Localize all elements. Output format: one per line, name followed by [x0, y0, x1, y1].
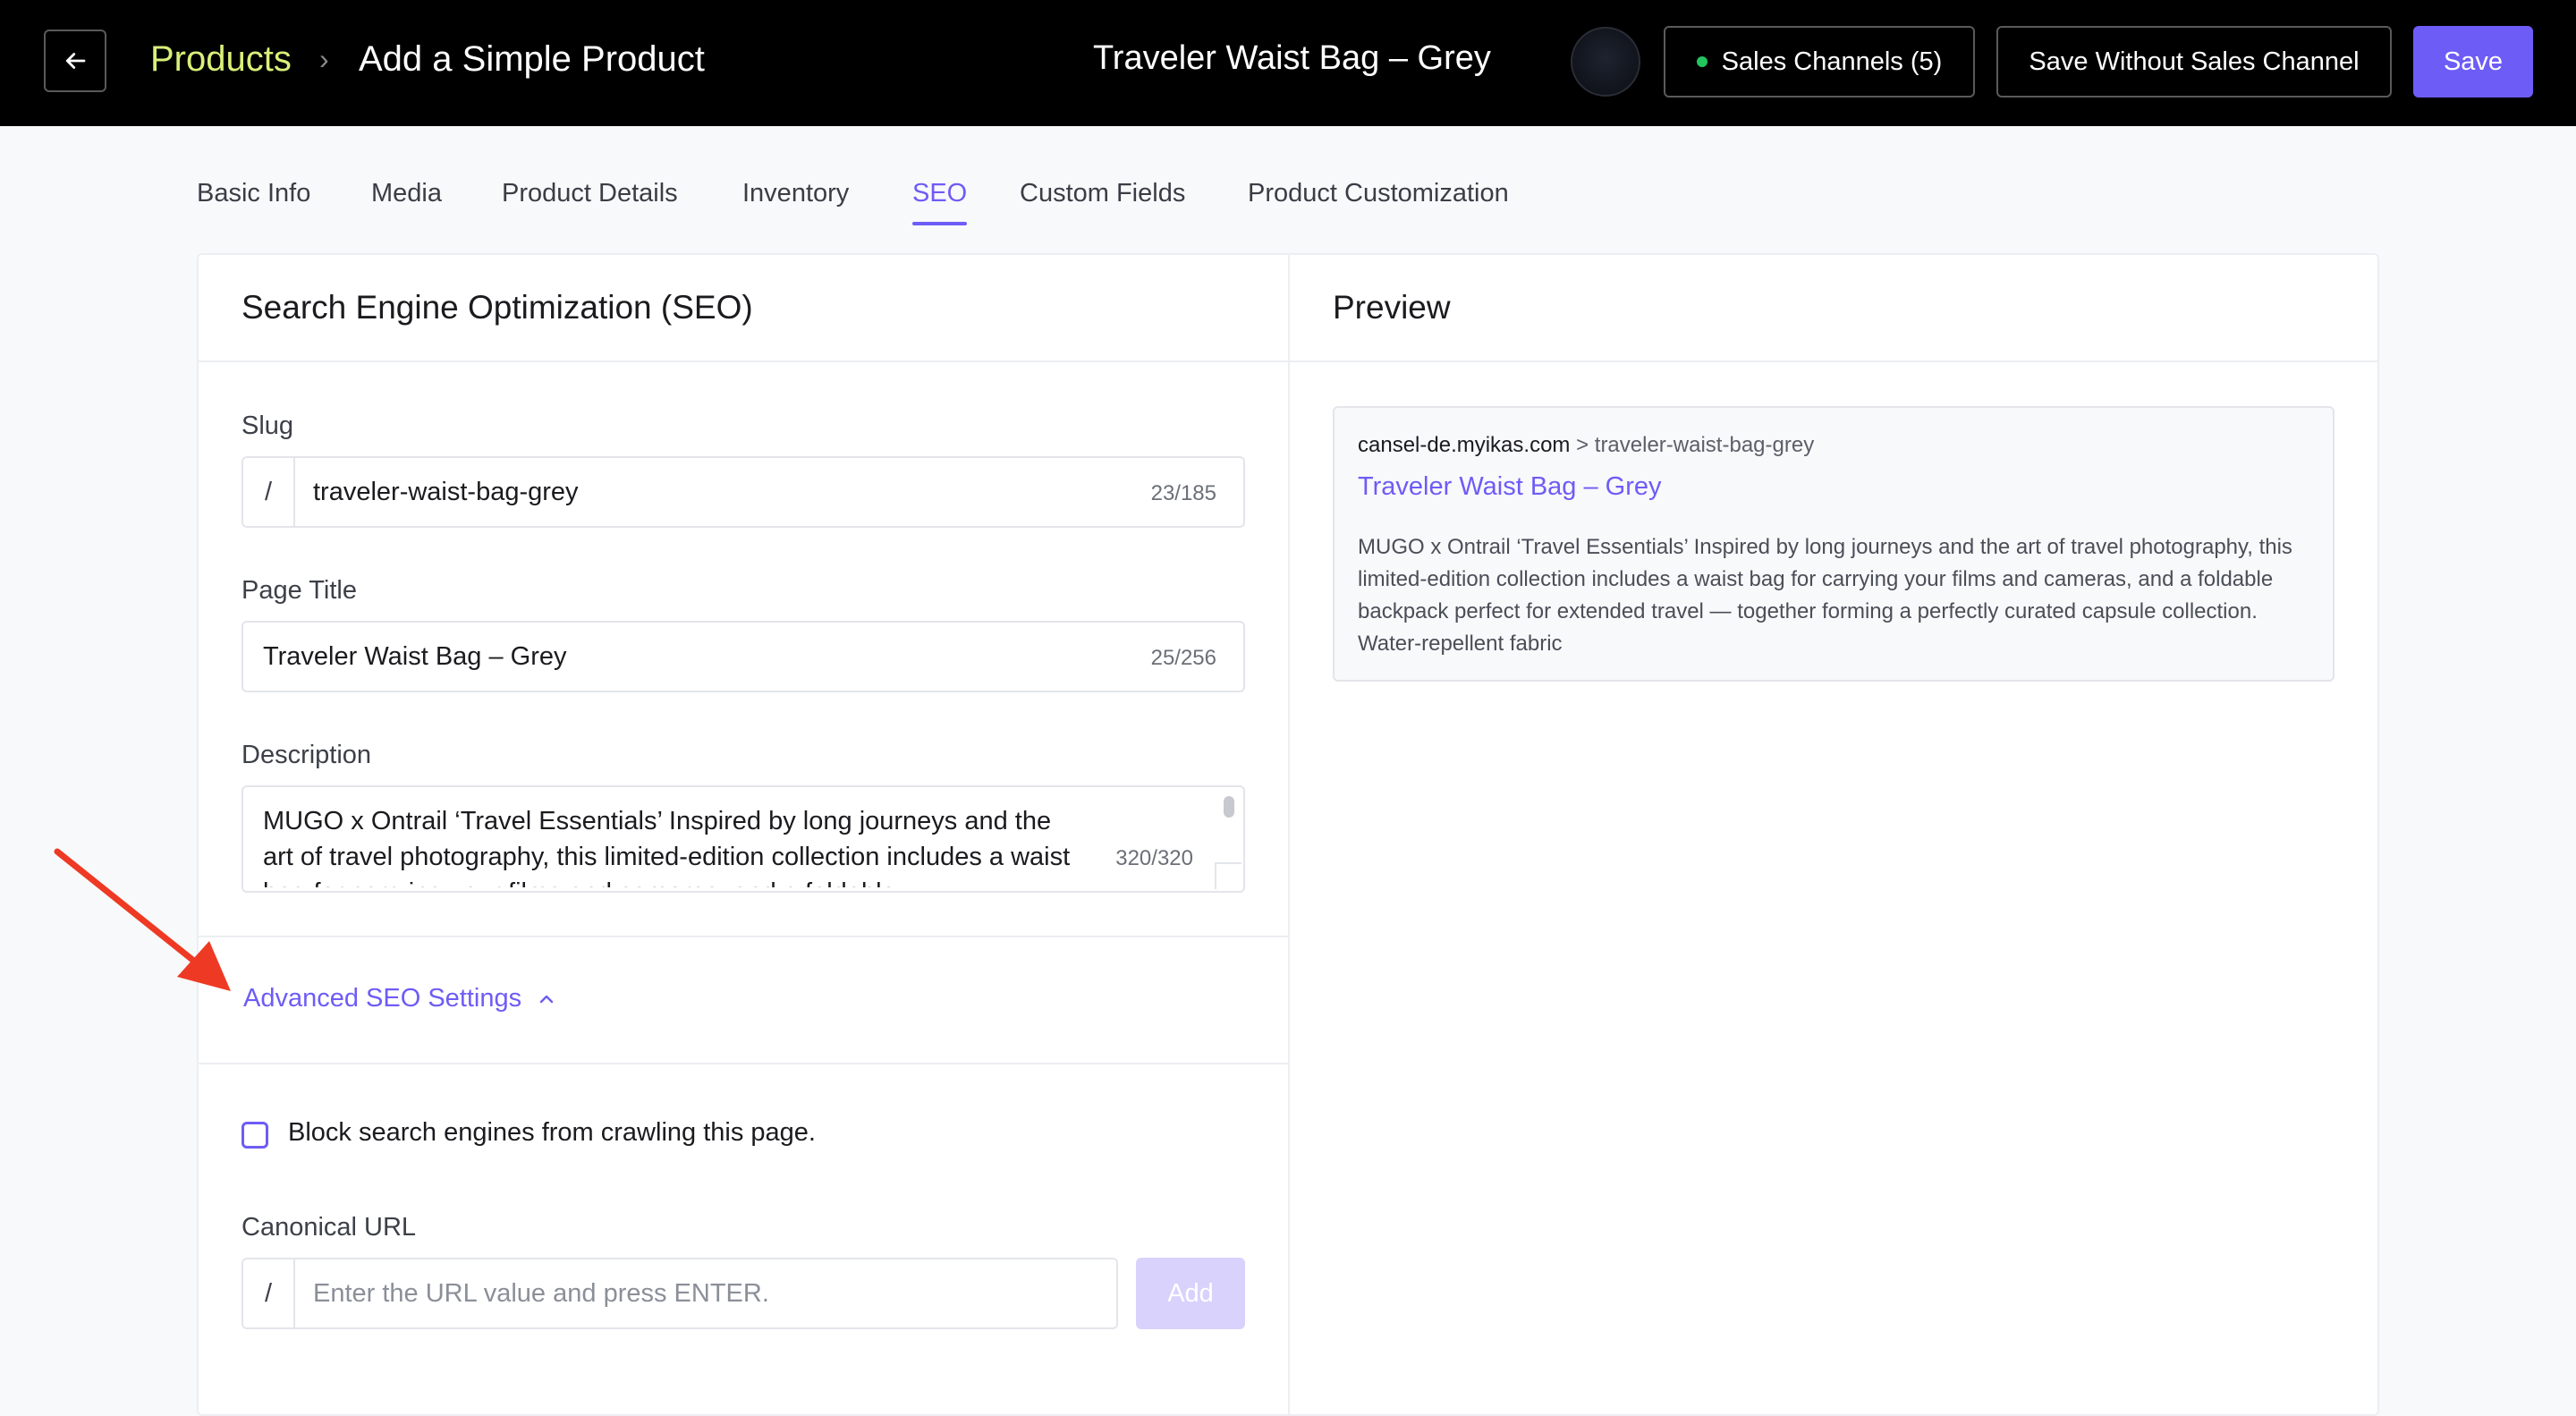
breadcrumb-separator: ›	[319, 43, 329, 75]
header-divider	[199, 360, 2377, 362]
sales-channels-button[interactable]: Sales Channels (5)	[1664, 26, 1975, 98]
canonical-url-input[interactable]: / Enter the URL value and press ENTER.	[242, 1258, 1118, 1329]
tab-basic-info[interactable]: Basic Info	[197, 179, 310, 208]
status-dot	[1696, 56, 1707, 67]
page-title-input[interactable]: Traveler Waist Bag – Grey 25/256	[242, 621, 1245, 692]
resize-handle[interactable]	[1215, 862, 1241, 889]
tab-media[interactable]: Media	[371, 179, 442, 208]
advanced-seo-settings-label: Advanced SEO Settings	[243, 984, 522, 1013]
save-without-sales-channel-button[interactable]: Save Without Sales Channel	[1996, 26, 2392, 98]
slug-prefix: /	[243, 458, 295, 526]
description-label: Description	[242, 741, 372, 769]
page-title: Add a Simple Product	[359, 39, 705, 79]
slug-input[interactable]: / traveler-waist-bag-grey 23/185	[242, 456, 1245, 528]
preview-link-title[interactable]: Traveler Waist Bag – Grey	[1358, 472, 1662, 502]
page-title-label: Page Title	[242, 576, 357, 605]
preview-domain: cansel-de.myikas.com	[1358, 433, 1571, 457]
slug-value: traveler-waist-bag-grey	[313, 478, 579, 506]
slug-label: Slug	[242, 411, 294, 440]
back-button[interactable]	[44, 30, 106, 92]
tab-product-details[interactable]: Product Details	[502, 179, 678, 208]
tab-product-customization[interactable]: Product Customization	[1248, 179, 1509, 208]
sales-channels-label: Sales Channels (5)	[1721, 47, 1943, 76]
tab-custom-fields[interactable]: Custom Fields	[1020, 179, 1185, 208]
arrow-left-icon	[65, 53, 86, 69]
breadcrumb-products-link[interactable]: Products	[150, 39, 292, 80]
seo-section-title: Search Engine Optimization (SEO)	[242, 289, 753, 326]
description-counter: 320/320	[1115, 846, 1193, 870]
search-preview-card: cansel-de.myikas.com > traveler-waist-ba…	[1333, 406, 2334, 682]
top-bar: Products › Add a Simple Product Traveler…	[0, 0, 2576, 126]
preview-section-title: Preview	[1333, 289, 1451, 326]
column-divider	[1288, 253, 1290, 1416]
block-search-engines-checkbox[interactable]	[242, 1122, 268, 1149]
add-canonical-button[interactable]: Add	[1136, 1258, 1245, 1329]
slug-counter: 23/185	[1150, 481, 1216, 505]
description-textarea[interactable]: MUGO x Ontrail ‘Travel Essentials’ Inspi…	[242, 785, 1245, 893]
preview-path: > traveler-waist-bag-grey	[1570, 433, 1815, 457]
canonical-prefix: /	[243, 1259, 295, 1327]
preview-description: MUGO x Ontrail ‘Travel Essentials’ Inspi…	[1358, 535, 2292, 656]
canonical-url-placeholder: Enter the URL value and press ENTER.	[313, 1279, 769, 1308]
save-button[interactable]: Save	[2413, 26, 2533, 98]
page-title-counter: 25/256	[1150, 646, 1216, 670]
annotation-arrow-icon	[54, 848, 231, 991]
product-name-title: Traveler Waist Bag – Grey	[1093, 39, 1491, 77]
preview-url: cansel-de.myikas.com > traveler-waist-ba…	[1358, 433, 1814, 458]
advanced-divider-bottom	[199, 1063, 1288, 1064]
avatar[interactable]	[1571, 27, 1640, 97]
textarea-scrollbar[interactable]	[1224, 796, 1234, 818]
description-value: MUGO x Ontrail ‘Travel Essentials’ Inspi…	[263, 807, 1071, 887]
advanced-seo-settings-toggle[interactable]: Advanced SEO Settings	[243, 984, 557, 1013]
page-title-value: Traveler Waist Bag – Grey	[263, 642, 567, 671]
block-search-engines-label: Block search engines from crawling this …	[288, 1118, 816, 1147]
chevron-up-icon	[539, 995, 554, 1003]
advanced-divider-top	[199, 936, 1288, 937]
tab-inventory[interactable]: Inventory	[742, 179, 849, 208]
canonical-url-label: Canonical URL	[242, 1213, 417, 1242]
tab-seo[interactable]: SEO	[912, 179, 968, 225]
